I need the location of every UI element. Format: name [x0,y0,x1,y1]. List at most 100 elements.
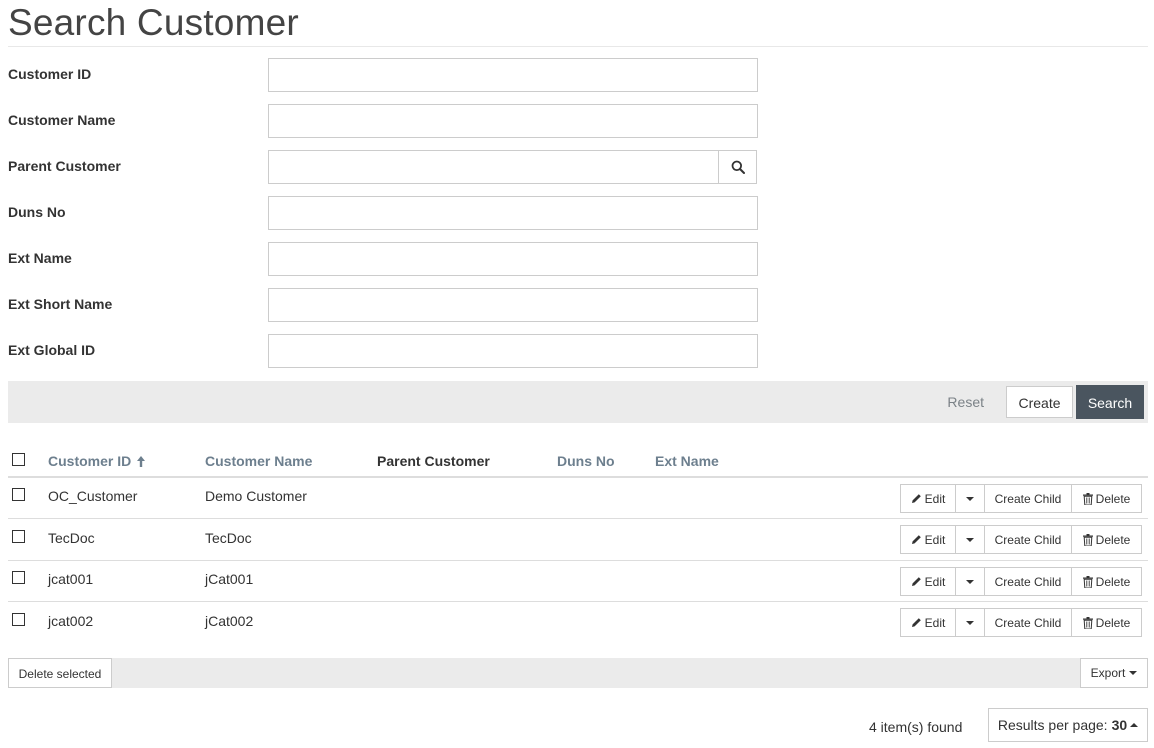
edit-label: Edit [924,491,946,506]
delete-button[interactable]: Delete [1071,484,1142,513]
chevron-up-icon [1130,723,1139,727]
row-divider [8,601,1148,602]
chevron-down-icon [1129,671,1138,675]
reset-button[interactable]: Reset [941,386,990,418]
customer-id-label: Customer ID [8,66,92,82]
row-checkbox[interactable] [12,613,25,626]
create-button[interactable]: Create [1006,386,1073,418]
sort-ascending-icon [137,454,146,470]
create-child-button[interactable]: Create Child [984,525,1072,554]
form-row-customer-name: Customer Name [8,104,758,138]
duns-no-label: Duns No [8,204,66,220]
create-child-button[interactable]: Create Child [984,608,1072,637]
items-found-count: 4 item(s) found [869,719,963,735]
table-footer-bar: Delete selected Export [8,658,1148,688]
row-checkbox[interactable] [12,571,25,584]
trash-icon [1082,533,1093,546]
edit-label: Edit [924,615,946,630]
ext-global-id-label: Ext Global ID [8,342,96,358]
delete-label: Delete [1095,615,1131,630]
pencil-icon [911,617,922,628]
cell-customer-id: OC_Customer [48,488,138,504]
edit-dropdown-toggle[interactable] [955,608,985,637]
results-per-page-value: 30 [1111,717,1128,733]
results-per-page-dropdown[interactable]: Results per page: 30 [988,708,1148,742]
row-checkbox[interactable] [12,530,25,543]
column-header-customer-name[interactable]: Customer Name [205,453,312,469]
chevron-down-icon [966,620,974,625]
trash-icon [1082,616,1093,629]
cell-customer-name: jCat001 [205,571,254,587]
column-header-parent-customer: Parent Customer [377,453,490,469]
ext-short-name-input[interactable] [268,288,758,322]
column-header-customer-id[interactable]: Customer ID [48,453,146,470]
ext-name-input[interactable] [268,242,758,276]
row-actions: Edit Create Child Delete [900,484,1142,513]
delete-button[interactable]: Delete [1071,567,1142,596]
select-all-checkbox[interactable] [12,453,25,466]
pencil-icon [911,534,922,545]
trash-icon [1082,575,1093,588]
trash-icon [1082,492,1093,505]
delete-label: Delete [1095,532,1131,547]
edit-button[interactable]: Edit [900,567,956,596]
customer-name-input[interactable] [268,104,758,138]
search-button[interactable]: Search [1076,385,1144,419]
parent-customer-label: Parent Customer [8,158,121,174]
chevron-down-icon [966,496,974,501]
form-row-ext-name: Ext Name [8,242,758,276]
form-row-customer-id: Customer ID [8,58,758,92]
edit-button[interactable]: Edit [900,608,956,637]
delete-selected-button[interactable]: Delete selected [8,658,112,688]
create-child-button[interactable]: Create Child [984,567,1072,596]
edit-button[interactable]: Edit [900,525,956,554]
search-icon [731,160,745,174]
delete-button[interactable]: Delete [1071,608,1142,637]
edit-button[interactable]: Edit [900,484,956,513]
cell-customer-id: jcat002 [48,613,94,629]
export-label: Export [1090,666,1126,680]
edit-label: Edit [924,532,946,547]
duns-no-input[interactable] [268,196,758,230]
column-header-ext-name[interactable]: Ext Name [655,453,719,469]
edit-label: Edit [924,574,946,589]
cell-customer-name: jCat002 [205,613,254,629]
row-checkbox[interactable] [12,488,25,501]
pencil-icon [911,493,922,504]
cell-customer-name: TecDoc [205,530,252,546]
delete-button[interactable]: Delete [1071,525,1142,554]
chevron-down-icon [966,537,974,542]
ext-short-name-label: Ext Short Name [8,296,113,312]
row-actions: Edit Create Child Delete [900,608,1142,637]
page-title: Search Customer [8,2,299,43]
form-row-parent-customer: Parent Customer [8,150,758,184]
create-child-button[interactable]: Create Child [984,484,1072,513]
edit-dropdown-toggle[interactable] [955,567,985,596]
form-row-ext-short-name: Ext Short Name [8,288,758,322]
title-divider [8,46,1148,47]
column-header-duns-no[interactable]: Duns No [557,453,615,469]
ext-global-id-input[interactable] [268,334,758,368]
chevron-down-icon [966,579,974,584]
export-button[interactable]: Export [1080,658,1148,688]
results-per-page-label: Results per page: [997,717,1108,733]
cell-customer-name: Demo Customer [205,488,307,504]
table-header-divider [8,476,1148,478]
edit-dropdown-toggle[interactable] [955,484,985,513]
form-row-duns-no: Duns No [8,196,758,230]
parent-customer-input[interactable] [268,150,719,184]
form-row-ext-global-id: Ext Global ID [8,334,758,368]
parent-customer-lookup-button[interactable] [718,150,757,184]
customer-id-input[interactable] [268,58,758,92]
row-actions: Edit Create Child Delete [900,525,1142,554]
pencil-icon [911,576,922,587]
row-divider [8,518,1148,519]
cell-customer-id: TecDoc [48,530,95,546]
ext-name-label: Ext Name [8,250,72,266]
row-actions: Edit Create Child Delete [900,567,1142,596]
edit-dropdown-toggle[interactable] [955,525,985,554]
column-header-label: Customer ID [48,453,132,469]
row-divider [8,560,1148,561]
customer-name-label: Customer Name [8,112,116,128]
search-action-bar: Reset Create Search [8,381,1148,423]
